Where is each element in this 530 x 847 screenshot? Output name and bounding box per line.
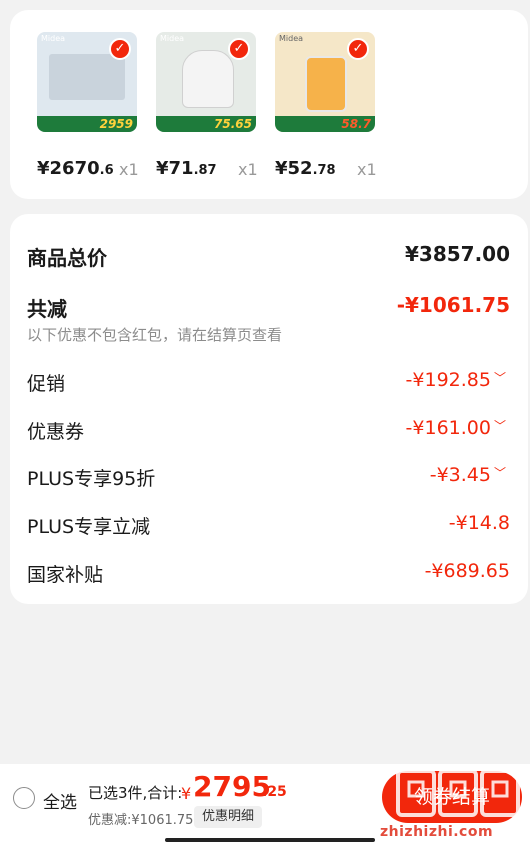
subsidy-label: 国家补贴 [27,564,104,586]
total-currency: ¥ [181,784,192,803]
coupon-label: 优惠券 [27,421,85,443]
checkout-button[interactable]: 领券结算 [382,771,522,823]
coupon-value[interactable]: -¥161.00 ﹀ [406,417,506,439]
product-image[interactable]: Midea 2959 ✓ [37,32,137,132]
total-discount-label: 共减 [27,297,67,321]
check-icon[interactable]: ✓ [347,38,369,60]
discount-summary: 优惠减:¥1061.75 [88,813,194,828]
checkout-bar: 全选 已选3件,合计: ¥ 2795 .25 优惠减:¥1061.75 优惠明细… [0,764,530,847]
product-item[interactable]: Midea 2959 ✓ ¥2670.6 x1 [37,32,139,179]
discount-note: 以下优惠不包含红包，请在结算页查看 [27,326,283,344]
plus95-label: PLUS专享95折 [27,468,156,490]
product-item[interactable]: Midea 75.65 ✓ ¥71.87 x1 [156,32,258,179]
band-price: 2959 [99,117,133,131]
product-item[interactable]: Midea 58.7 ✓ ¥52.78 x1 [275,32,377,179]
selected-products-card: Midea 2959 ✓ ¥2670.6 x1 Midea 75.65 ✓ ¥7… [10,10,528,199]
plus-reduce-value: -¥14.8 [448,512,510,534]
product-brand: Midea [41,34,66,43]
product-brand: Midea [279,34,304,43]
band-price: 75.65 [214,117,252,131]
watermark-text: zhizhizhi.com [380,824,494,840]
plus95-value[interactable]: -¥3.45 ﹀ [430,464,506,486]
product-quantity: x1 [357,160,377,179]
plus-reduce-label: PLUS专享立减 [27,516,151,538]
product-photo [182,50,234,108]
product-image[interactable]: Midea 58.7 ✓ [275,32,375,132]
goods-total-label: 商品总价 [27,246,107,270]
band-price: 58.7 [341,117,371,131]
discount-detail-button[interactable]: 优惠明细 [194,806,262,828]
product-brand: Midea [160,34,185,43]
total-amount-dec: .25 [262,784,287,800]
radio-unchecked-icon[interactable] [13,787,35,809]
product-quantity: x1 [119,160,139,179]
home-indicator[interactable] [165,838,375,842]
goods-total-value: ¥3857.00 [404,242,510,266]
product-price: ¥71.87 [156,158,217,179]
subsidy-value: -¥689.65 [424,560,510,582]
product-price: ¥52.78 [275,158,336,179]
check-icon[interactable]: ✓ [228,38,250,60]
chevron-down-icon[interactable]: ﹀ [494,371,506,385]
select-all-label[interactable]: 全选 [43,788,77,813]
total-discount-value: -¥1061.75 [396,293,510,317]
chevron-down-icon[interactable]: ﹀ [494,419,506,433]
promo-value[interactable]: -¥192.85 ﹀ [406,369,506,391]
product-image[interactable]: Midea 75.65 ✓ [156,32,256,132]
promo-label: 促销 [27,373,66,395]
chevron-down-icon[interactable]: ﹀ [494,466,506,480]
check-icon[interactable]: ✓ [109,38,131,60]
product-quantity: x1 [238,160,258,179]
product-photo [49,54,125,100]
selected-info: 已选3件,合计: [88,784,183,802]
product-price: ¥2670.6 [37,158,114,179]
price-summary-card: 商品总价 ¥3857.00 共减 -¥1061.75 以下优惠不包含红包，请在结… [10,214,528,604]
product-photo [305,56,347,112]
total-amount-int: 2795 [193,770,271,803]
